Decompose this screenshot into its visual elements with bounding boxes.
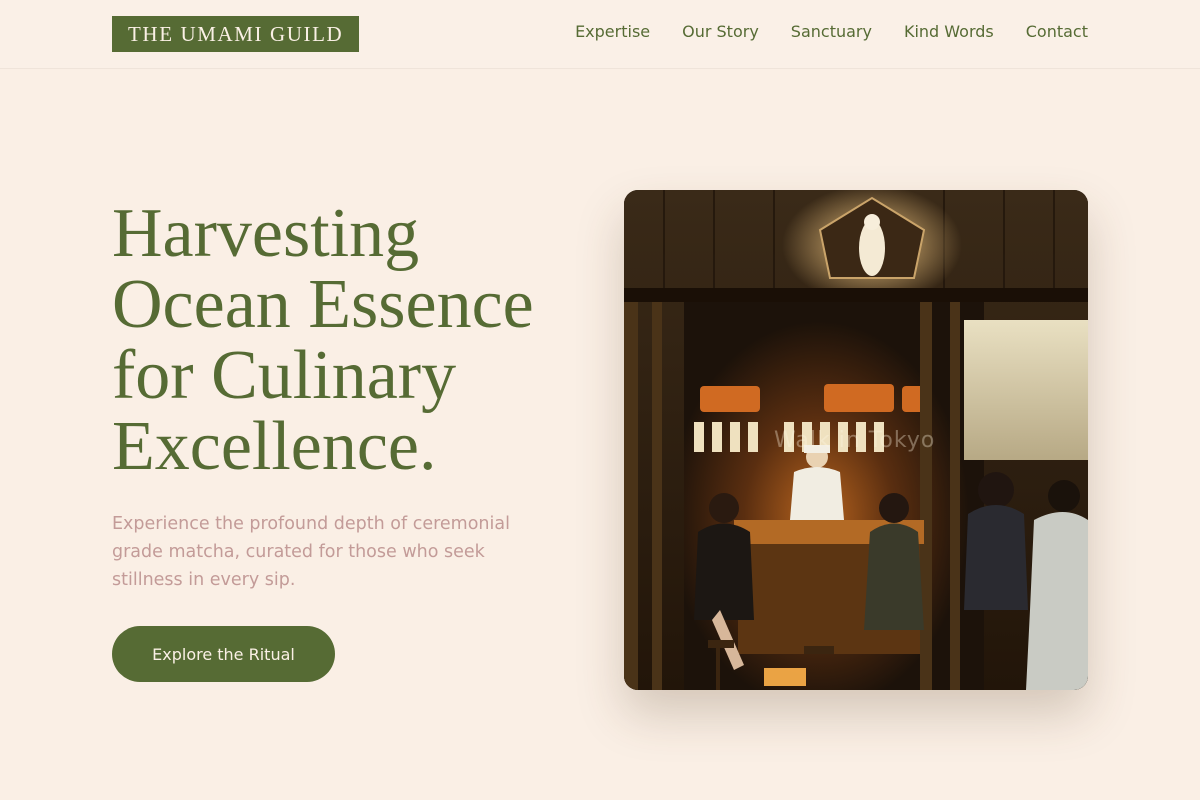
nav-link-our-story[interactable]: Our Story	[682, 22, 759, 42]
main-nav: Expertise Our Story Sanctuary Kind Words…	[575, 22, 1088, 42]
image-watermark: Walk in Tokyo	[774, 428, 936, 453]
hero-image: Walk in Tokyo	[624, 190, 1088, 690]
nav-link-kind-words[interactable]: Kind Words	[904, 22, 994, 42]
hero-subtitle: Experience the profound depth of ceremon…	[112, 514, 510, 590]
nav-link-contact[interactable]: Contact	[1026, 22, 1088, 42]
brand-logo[interactable]: THE UMAMI GUILD	[112, 16, 360, 52]
hero-title: Harvesting Ocean Essence for Culinary Ex…	[112, 195, 534, 485]
explore-ritual-button[interactable]: Explore the Ritual	[112, 626, 335, 682]
site-header: THE UMAMI GUILD Expertise Our Story Sanc…	[0, 0, 1200, 69]
nav-link-expertise[interactable]: Expertise	[575, 22, 650, 42]
nav-link-sanctuary[interactable]: Sanctuary	[791, 22, 872, 42]
